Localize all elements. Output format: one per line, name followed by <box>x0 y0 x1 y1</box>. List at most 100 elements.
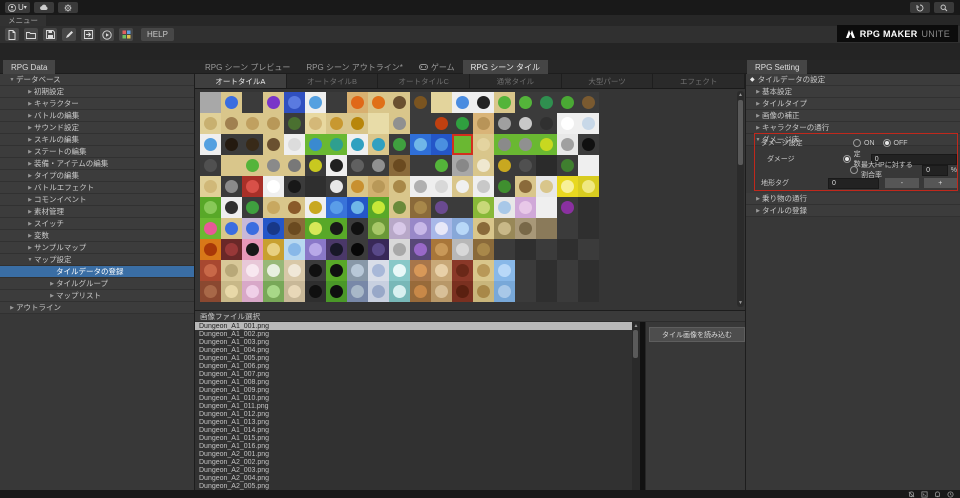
tab-rpg-data[interactable]: RPG Data <box>3 60 55 74</box>
tile[interactable] <box>473 239 494 260</box>
setting-item-after-0[interactable]: ▶乗り物の通行 <box>746 193 960 205</box>
tile[interactable] <box>536 260 557 281</box>
chevron-right-icon[interactable]: ▶ <box>754 101 762 107</box>
terrain-tag-field[interactable]: 0 <box>828 178 879 189</box>
tile[interactable] <box>368 155 389 176</box>
edit-button[interactable] <box>62 28 76 41</box>
sidebar-item-17[interactable]: ▶タイルグループ <box>0 278 194 290</box>
tile[interactable] <box>515 218 536 239</box>
tile[interactable] <box>578 176 599 197</box>
tile[interactable] <box>473 281 494 302</box>
tile[interactable] <box>452 197 473 218</box>
tile[interactable] <box>200 92 221 113</box>
tile[interactable] <box>578 239 599 260</box>
tile[interactable] <box>368 218 389 239</box>
tile[interactable] <box>368 134 389 155</box>
file-row-1[interactable]: Dungeon_A1_002.png <box>195 330 632 338</box>
tile[interactable] <box>305 134 326 155</box>
terrain-plus-button[interactable]: + <box>924 178 957 188</box>
subtab-4[interactable]: 大型パーツ <box>562 74 654 88</box>
tile[interactable] <box>536 113 557 134</box>
tile[interactable] <box>578 92 599 113</box>
sidebar-item-18[interactable]: ▶マップリスト <box>0 290 194 302</box>
import-button[interactable] <box>81 28 95 41</box>
load-tile-image-button[interactable]: タイル画像を読み込む <box>649 327 745 342</box>
tile[interactable] <box>473 155 494 176</box>
tile[interactable] <box>536 134 557 155</box>
sidebar-item-16[interactable]: タイルデータの登録 <box>0 266 194 278</box>
tile[interactable] <box>494 281 515 302</box>
tile[interactable] <box>536 197 557 218</box>
damage-on-radio[interactable] <box>853 139 861 147</box>
tile[interactable] <box>431 176 452 197</box>
sidebar-item-0[interactable]: ▼データベース <box>0 74 194 86</box>
chevron-right-icon[interactable]: ▶ <box>26 221 34 227</box>
setting-item-before-2[interactable]: ▶画像の補正 <box>746 110 960 122</box>
search-button[interactable] <box>934 2 954 13</box>
tile[interactable] <box>431 134 452 155</box>
chevron-right-icon[interactable]: ▶ <box>26 245 34 251</box>
tile[interactable] <box>410 260 431 281</box>
status-icon-2[interactable] <box>921 491 928 498</box>
tile[interactable] <box>305 239 326 260</box>
file-row-20[interactable]: Dungeon_A2_005.png <box>195 482 632 490</box>
tile[interactable] <box>221 260 242 281</box>
tile-data-settings-root[interactable]: ◆ タイルデータの設定 <box>746 74 960 86</box>
tile[interactable] <box>410 176 431 197</box>
sidebar-item-1[interactable]: ▶初期設定 <box>0 86 194 98</box>
file-list-scrollbar[interactable]: ▲ <box>632 322 640 490</box>
tile[interactable] <box>473 113 494 134</box>
chevron-right-icon[interactable]: ▶ <box>26 125 34 131</box>
scroll-down-icon[interactable]: ▼ <box>737 300 744 306</box>
tile[interactable] <box>452 155 473 176</box>
tile[interactable] <box>284 218 305 239</box>
tile[interactable] <box>536 281 557 302</box>
tile[interactable] <box>200 176 221 197</box>
chevron-right-icon[interactable]: ▶ <box>26 233 34 239</box>
tile[interactable] <box>515 134 536 155</box>
file-row-3[interactable]: Dungeon_A1_004.png <box>195 346 632 354</box>
chevron-down-icon[interactable]: ▼ <box>8 77 16 83</box>
chevron-right-icon[interactable]: ▶ <box>48 293 56 299</box>
terrain-minus-button[interactable]: - <box>885 178 918 188</box>
tile[interactable] <box>347 155 368 176</box>
chevron-right-icon[interactable]: ▶ <box>26 137 34 143</box>
tile[interactable] <box>305 260 326 281</box>
sidebar-item-14[interactable]: ▶サンプルマップ <box>0 242 194 254</box>
tile[interactable] <box>557 176 578 197</box>
tile[interactable] <box>494 176 515 197</box>
palette-scroll-thumb[interactable] <box>738 100 743 165</box>
help-button[interactable]: HELP <box>141 28 174 41</box>
tile[interactable] <box>578 197 599 218</box>
tile[interactable] <box>557 197 578 218</box>
file-row-19[interactable]: Dungeon_A2_004.png <box>195 474 632 482</box>
sidebar-item-4[interactable]: ▶サウンド設定 <box>0 122 194 134</box>
file-row-4[interactable]: Dungeon_A1_005.png <box>195 354 632 362</box>
subtab-2[interactable]: オートタイルC <box>378 74 470 88</box>
tile[interactable] <box>221 281 242 302</box>
tile[interactable] <box>389 260 410 281</box>
tile[interactable] <box>431 92 452 113</box>
chevron-right-icon[interactable]: ▶ <box>48 281 56 287</box>
tile[interactable] <box>200 218 221 239</box>
sidebar-item-7[interactable]: ▶装備・アイテムの編集 <box>0 158 194 170</box>
tile[interactable] <box>515 176 536 197</box>
tile[interactable] <box>221 197 242 218</box>
tile[interactable] <box>200 260 221 281</box>
tile[interactable] <box>242 239 263 260</box>
chevron-right-icon[interactable]: ▶ <box>26 101 34 107</box>
tile[interactable] <box>578 260 599 281</box>
tile[interactable] <box>515 155 536 176</box>
status-icon-3[interactable] <box>934 491 941 498</box>
center-tab-0[interactable]: RPG シーン プレビュー <box>197 60 298 74</box>
tile[interactable] <box>284 281 305 302</box>
tile[interactable] <box>515 239 536 260</box>
tile[interactable] <box>410 218 431 239</box>
tile[interactable] <box>347 239 368 260</box>
file-row-17[interactable]: Dungeon_A2_002.png <box>195 458 632 466</box>
tile[interactable] <box>326 260 347 281</box>
image-file-list[interactable]: Dungeon_A1_001.pngDungeon_A1_002.pngDung… <box>195 322 632 490</box>
tile[interactable] <box>326 239 347 260</box>
tile[interactable] <box>284 260 305 281</box>
tile[interactable] <box>473 197 494 218</box>
